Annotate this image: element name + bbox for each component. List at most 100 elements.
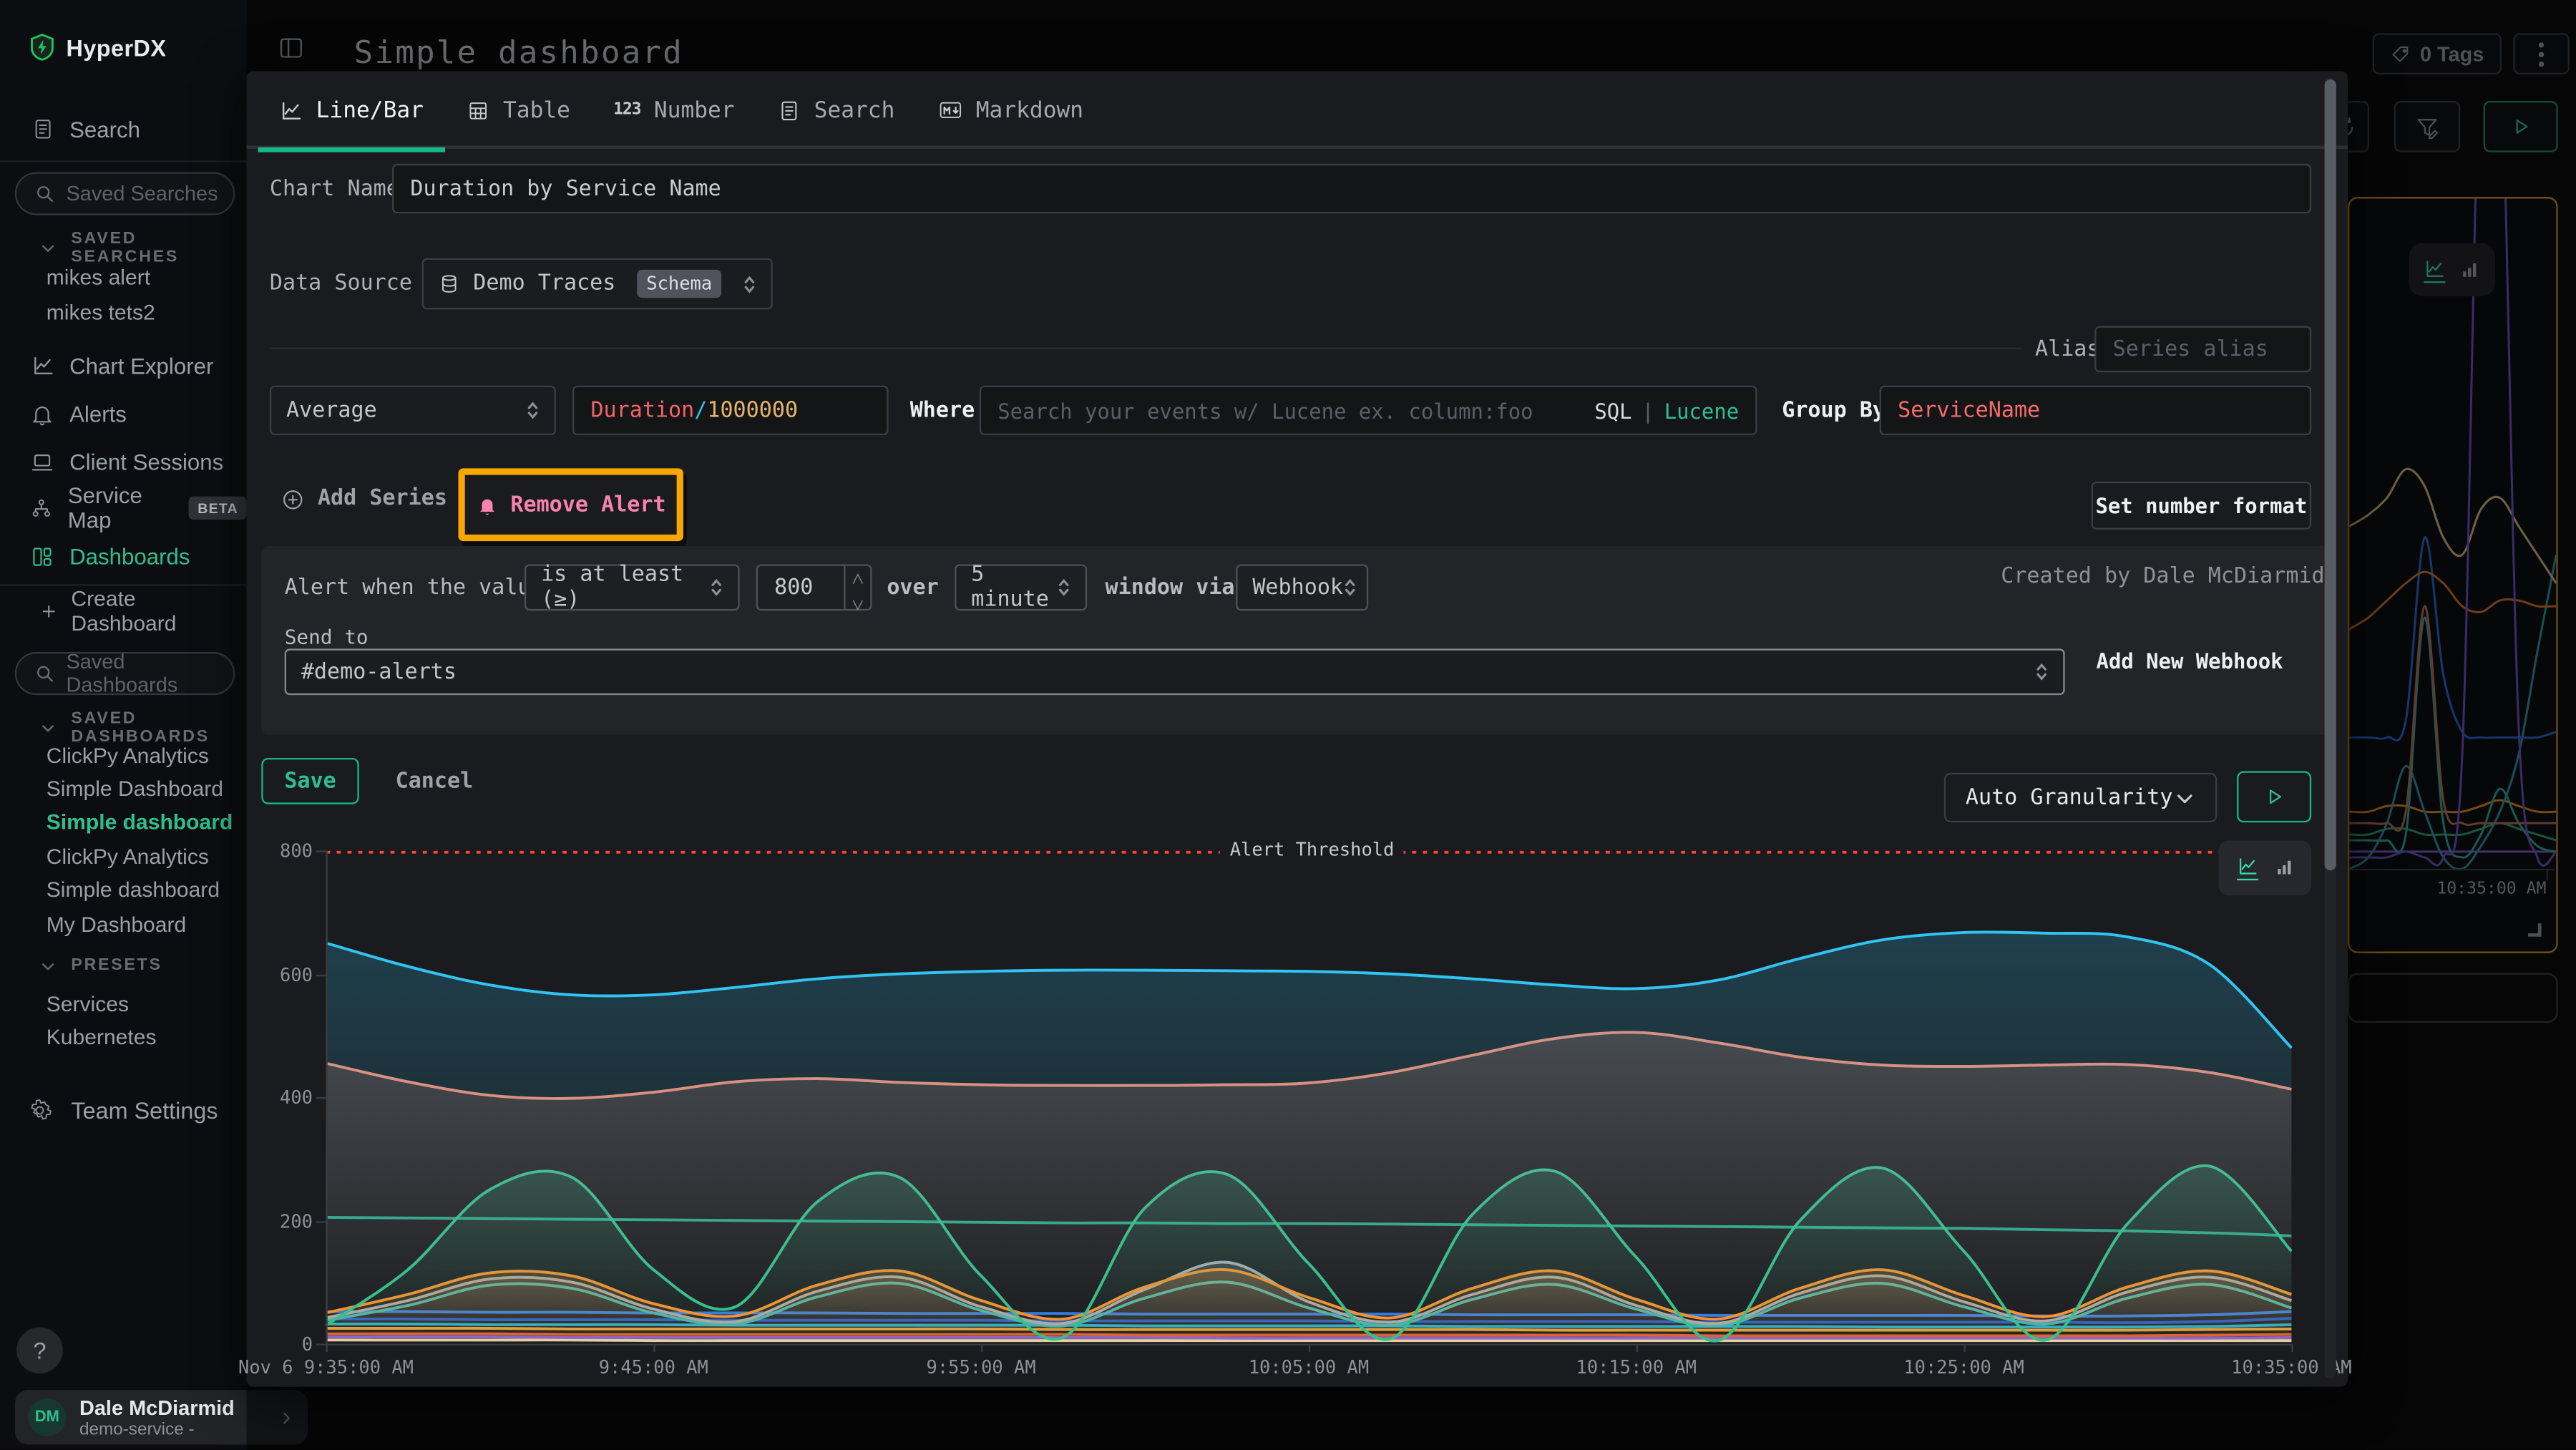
duration-chart: Alert Threshold 0200400600800 Nov 6 9:35… (326, 850, 2292, 1343)
alias-input[interactable]: Series alias (2094, 326, 2311, 373)
tab-search[interactable]: Search (756, 71, 917, 149)
saved-searches-input[interactable]: Saved Searches (15, 172, 235, 215)
webhook-value: #demo-alerts (301, 659, 457, 684)
dashboard-item[interactable]: My Dashboard (47, 907, 242, 940)
granularity-value: Auto Granularity (1966, 785, 2173, 810)
x-tick-label: 10:05:00 AM (1249, 1357, 1369, 1378)
create-dashboard-button[interactable]: Create Dashboard (0, 590, 247, 630)
group-by-input[interactable]: ServiceName (1880, 386, 2311, 435)
window-via-label: window via (1106, 576, 1235, 601)
user-name: Dale McDiarmid (79, 1396, 235, 1419)
run-chart-button[interactable] (2237, 771, 2311, 822)
chart-type-toggle[interactable] (2219, 841, 2311, 895)
user-subtitle: demo-service - (79, 1419, 235, 1439)
preset-item[interactable]: Services (47, 986, 242, 1019)
dashboard-item[interactable]: Simple dashboard (47, 806, 242, 839)
chart-name-label: Chart Name (270, 177, 399, 202)
x-tick-mark (1964, 1344, 1966, 1353)
dashboard-item[interactable]: Simple dashboard (47, 873, 242, 906)
line-chart-icon[interactable] (2236, 855, 2258, 880)
alias-placeholder: Series alias (2113, 337, 2268, 362)
y-tick-mark (316, 1220, 326, 1222)
where-input[interactable]: Search your events w/ Lucene ex. column:… (980, 386, 1757, 435)
tab-number[interactable]: 123 Number (592, 71, 756, 149)
add-series-label: Add Series (318, 487, 447, 512)
x-tick-mark (1636, 1344, 1638, 1353)
select-chevrons-icon (1343, 578, 1356, 598)
cancel-button[interactable]: Cancel (396, 758, 474, 804)
tab-markdown[interactable]: Markdown (916, 71, 1105, 149)
alert-channel-select[interactable]: Webhook (1236, 564, 1368, 610)
sidebar-item-label: Dashboards (69, 544, 190, 569)
tab-table[interactable]: Table (445, 71, 592, 149)
sql-mode-button[interactable]: SQL (1594, 398, 1631, 423)
add-new-webhook-button[interactable]: Add New Webhook (2097, 648, 2283, 673)
alert-window-select[interactable]: 5 minute (955, 564, 1087, 610)
number-stepper[interactable]: ˄˅ (844, 566, 870, 609)
y-tick-label: 400 (247, 1087, 313, 1109)
formula-input[interactable]: Duration/1000000 (572, 386, 889, 435)
dashboard-item[interactable]: Simple Dashboard (47, 772, 242, 804)
formula-denominator: 1000000 (707, 398, 798, 423)
x-tick-label: 9:45:00 AM (599, 1357, 708, 1378)
tab-line-bar[interactable]: Line/Bar (258, 71, 445, 149)
sidebar-item-dashboards[interactable]: Dashboards (0, 533, 247, 580)
granularity-select[interactable]: Auto Granularity (1944, 773, 2218, 822)
logo-text: HyperDX (66, 34, 166, 60)
hyperdx-app: Simple dashboard 0 Tags 10:35:00 AM (0, 0, 2576, 1449)
webhook-select[interactable]: #demo-alerts (285, 648, 2065, 695)
chevron-down-icon (2174, 787, 2195, 808)
remove-alert-button[interactable]: Remove Alert (476, 492, 666, 517)
beta-badge: BETA (190, 497, 247, 520)
alias-label: Alias (2035, 338, 2100, 363)
stepper-up-icon[interactable]: ˄ (846, 566, 871, 593)
alert-condition-select[interactable]: is at least (≥) (525, 564, 740, 610)
alert-threshold-input[interactable]: 800 ˄˅ (756, 564, 872, 610)
help-button[interactable]: ? (16, 1327, 63, 1373)
y-tick-label: 800 (247, 841, 313, 862)
where-label: Where (910, 399, 975, 424)
chart-name-input[interactable]: Duration by Service Name (392, 164, 2311, 213)
alert-channel-value: Webhook (1252, 575, 1343, 600)
doc-list-icon (778, 99, 801, 122)
x-tick-label: 10:15:00 AM (1576, 1357, 1697, 1378)
sidebar-item-team-settings[interactable]: Team Settings (0, 1086, 247, 1135)
set-number-format-button[interactable]: Set number format (2092, 482, 2312, 530)
saved-dashboards-input[interactable]: Saved Dashboards (15, 652, 235, 695)
divider (270, 348, 2022, 349)
line-chart-icon (280, 99, 303, 122)
dashboard-item[interactable]: ClickPy Analytics (47, 840, 242, 872)
stepper-down-icon[interactable]: ˅ (846, 593, 871, 619)
saved-search-item[interactable]: mikes alert (47, 260, 242, 293)
sidebar-item-search[interactable]: Search (0, 106, 247, 152)
bar-chart-icon[interactable] (2273, 857, 2294, 879)
saved-dashboards-placeholder: Saved Dashboards (66, 651, 233, 697)
sidebar-item-alerts[interactable]: Alerts (0, 391, 247, 437)
save-button[interactable]: Save (261, 758, 358, 804)
preset-item[interactable]: Kubernetes (47, 1020, 242, 1053)
chart-plot[interactable] (326, 850, 2292, 1343)
x-tick-label: Nov 6 9:35:00 AM (238, 1357, 414, 1378)
presets-header[interactable]: PRESETS (39, 956, 162, 974)
select-chevrons-icon (2035, 662, 2048, 682)
y-tick-mark (316, 1097, 326, 1099)
schema-badge[interactable]: Schema (636, 270, 722, 298)
saved-search-item[interactable]: mikes tets2 (47, 295, 242, 328)
avatar: DM (28, 1398, 66, 1436)
sidebar-item-service-map[interactable]: Service Map BETA (0, 485, 247, 531)
logo[interactable]: HyperDX (30, 33, 167, 61)
group-by-value: ServiceName (1898, 398, 2040, 423)
sidebar-item-client-sessions[interactable]: Client Sessions (0, 439, 247, 485)
search-icon (35, 663, 55, 683)
add-series-button[interactable]: Add Series (281, 487, 447, 512)
modal-scrollbar-thumb[interactable] (2325, 79, 2336, 870)
tab-label: Markdown (976, 97, 1083, 123)
presets-header-label: PRESETS (71, 956, 162, 974)
lucene-mode-button[interactable]: Lucene (1664, 398, 1739, 423)
y-tick-label: 600 (247, 964, 313, 986)
sidebar-item-chart-explorer[interactable]: Chart Explorer (0, 343, 247, 389)
dashboard-item[interactable]: ClickPy Analytics (47, 738, 242, 771)
where-placeholder: Search your events w/ Lucene ex. column:… (997, 398, 1533, 423)
data-source-select[interactable]: Demo Traces Schema (422, 258, 773, 310)
aggregation-select[interactable]: Average (270, 386, 556, 435)
